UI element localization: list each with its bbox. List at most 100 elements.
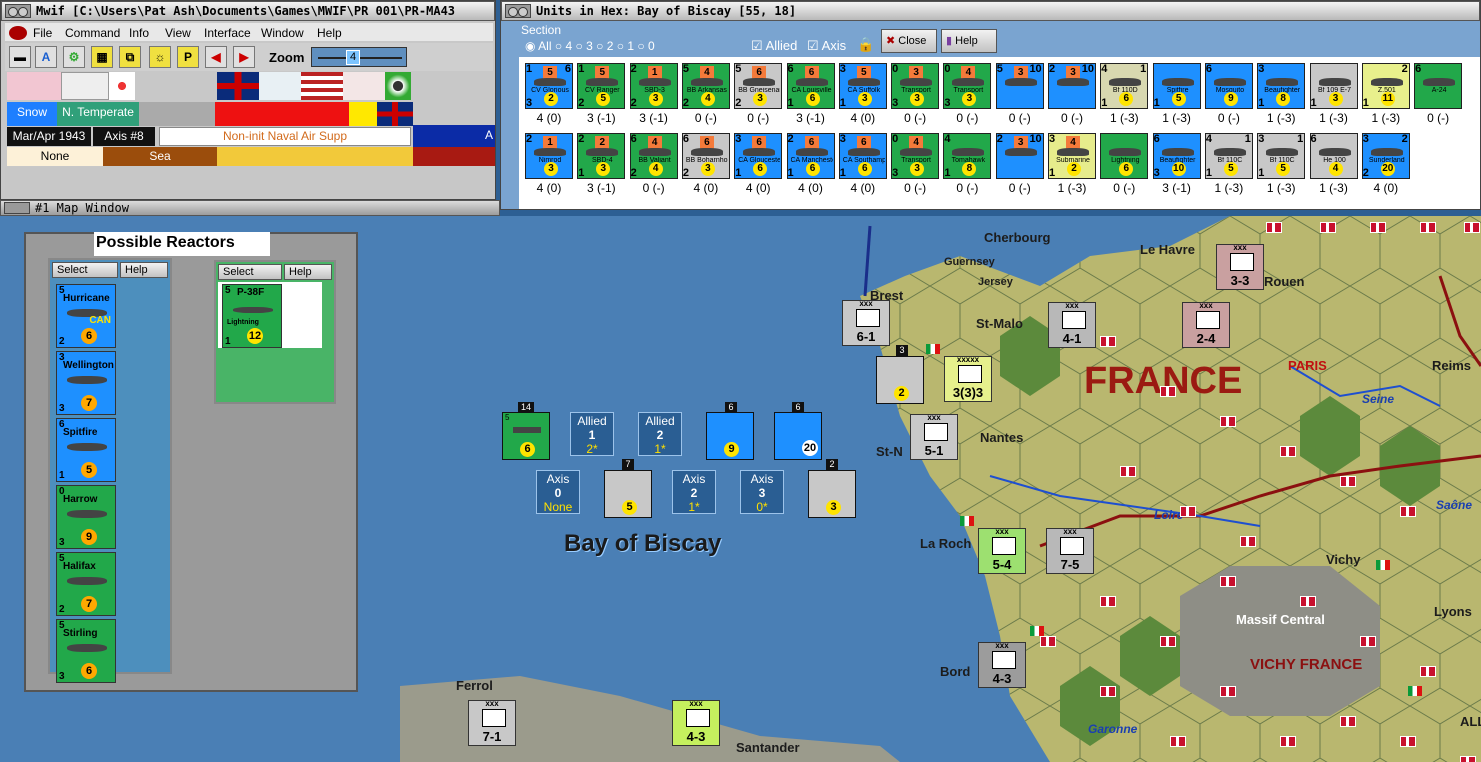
reactor-right-0[interactable]: 5 P-38F Lightning 1 12 [222,284,282,348]
unit-counter[interactable]: 2 2 SBD-4 1 3 [577,133,626,179]
naval-box-allied-2[interactable]: Allied 2 1* [638,412,682,456]
unit-counter[interactable]: 2 Z.501 1 11 [1361,63,1410,109]
zoom-slider[interactable]: 4 [311,47,407,67]
stack-bf110c[interactable]: 5 [604,470,652,518]
unit-counter[interactable]: 6 Mosquito 9 [1204,63,1253,109]
unit-counter[interactable]: 6 4 BB Valiant 2 4 [629,133,678,179]
naval-box-allied-1[interactable]: Allied 1 2* [570,412,614,456]
unit-counter[interactable]: 3 2 Sunderland 2 20 [1361,133,1410,179]
unit-counter[interactable]: 5 3 10 [995,63,1044,109]
naval-box-axis-2[interactable]: Axis 2 1* [672,470,716,514]
unit-counter[interactable]: 5 6 BB Gneisenau 2 3 [734,63,783,109]
reactor-left-0[interactable]: 5 Hurricane CAN 2 6 [56,284,116,348]
menu-info[interactable]: Info [129,26,149,40]
ground-unit-1[interactable]: xxx 4-1 [1048,301,1096,348]
reactors-right-select-button[interactable]: Select [218,264,282,280]
unit-counter[interactable]: 3 5 CA Suffolk 1 3 [838,63,887,109]
menu-help[interactable]: Help [317,26,342,40]
grid-icon[interactable]: ▦ [91,46,113,68]
unit-counter[interactable]: 6 He 100 4 [1309,133,1358,179]
unit-counter[interactable]: 2 1 SBD-3 2 3 [629,63,678,109]
menu-window[interactable]: Window [261,26,304,40]
ground-unit-7[interactable]: xxx 7-5 [1046,527,1094,574]
unit-counter[interactable]: 4 1 Bf 110C 1 5 [1204,133,1253,179]
reactor-left-1[interactable]: 3 Wellington 3 7 [56,351,116,415]
flag-icon[interactable]: P [177,46,199,68]
unit-counter[interactable]: 0 3 Transport 3 3 [891,63,940,109]
map-view[interactable]: Possible Reactors Select Help 5 Hurricane… [0,216,1481,762]
unit-counter[interactable]: 3 1 Bf 110C 1 5 [1257,133,1306,179]
unit-counter[interactable]: 4 1 Bf 110D 1 6 [1100,63,1149,109]
unit-counter[interactable]: 3 Beaufighter 1 8 [1257,63,1306,109]
unit-counter[interactable]: 36CA Southampton16 [838,133,887,179]
ground-unit-4[interactable]: xxxxx 3(3)3 [944,355,992,402]
unit-counter[interactable]: 2 3 10 [995,133,1044,179]
unit-counter[interactable]: 6 6 CA Louisville 1 6 [786,63,835,109]
gear-icon[interactable]: ⚙ [63,46,85,68]
map-title-bar[interactable]: #1 Map Window [0,200,500,216]
arrow-right-icon[interactable]: ▶ [233,46,255,68]
app-menu-icon[interactable] [9,26,27,40]
menu-file[interactable]: File [33,26,52,40]
help-button[interactable]: ▮ Help [941,29,997,53]
section-radio-all[interactable]: ◉ All [525,39,552,53]
ground-unit-2[interactable]: xxx 3-3 [1216,243,1264,290]
unit-counter[interactable]: 2 1 Nimrod 3 [525,133,573,179]
unit-counter[interactable]: 2 3 10 [1048,63,1096,109]
reactor-left-4[interactable]: 5 Halifax 2 7 [56,552,116,616]
stack-lightning[interactable]: 5 6 [502,412,550,460]
ground-unit-8[interactable]: xxx 4-3 [978,641,1026,688]
allied-checkbox[interactable]: ☑ Allied [751,38,797,54]
reactor-left-3[interactable]: 0 Harrow 3 9 [56,485,116,549]
zoom-fit-icon[interactable]: ⧉ [119,46,141,68]
unit-counter[interactable]: 3 4 Submarine 1 2 [1048,133,1096,179]
reactors-left-help-button[interactable]: Help [120,262,168,278]
unit-counter[interactable]: 0 4 Transport 3 3 [943,63,992,109]
unit-counter[interactable]: Spitfire 1 5 [1152,63,1201,109]
section-radio-3[interactable]: ○ 3 [575,39,592,53]
section-radio-4[interactable]: ○ 4 [555,39,572,53]
unit-counter[interactable]: Bf 109 E-7 1 3 [1309,63,1358,109]
ground-unit-6[interactable]: xxx 5-4 [978,527,1026,574]
units-title-bar[interactable]: Units in Hex: Bay of Biscay [55, 18] [501,1,1480,21]
axis-checkbox[interactable]: ☑ Axis [807,38,846,54]
arrow-left-icon[interactable]: ◀ [205,46,227,68]
unit-counter[interactable]: 1 5 6 CV Glorious 3 2 [525,63,573,109]
main-title-bar[interactable]: Mwif [C:\Users\Pat Ash\Documents\Games\M… [1,1,495,21]
unit-counter[interactable]: 0 4 Transport 3 3 [891,133,940,179]
ground-unit-3[interactable]: xxx 2-4 [1182,301,1230,348]
close-button[interactable]: ✖ Close [881,29,937,53]
reactors-left-select-button[interactable]: Select [52,262,118,278]
menu-command[interactable]: Command [65,26,120,40]
stack-submarine[interactable]: 2 [876,356,924,404]
unit-counter[interactable]: 1 5 CV Ranger 2 5 [577,63,626,109]
unit-counter[interactable]: Lightning 6 [1100,133,1149,179]
unit-counter[interactable]: 3 6 CA Gloucester 1 6 [734,133,783,179]
reactors-right-help-button[interactable]: Help [284,264,332,280]
unit-counter[interactable]: 6 A-24 [1414,63,1463,109]
unit-counter[interactable]: 66BB Boharnhorst23 [681,133,730,179]
unit-counter[interactable]: 5 4 BB Arkansas 2 4 [681,63,730,109]
font-icon[interactable]: A [35,46,57,68]
menu-view[interactable]: View [165,26,191,40]
reactor-left-5[interactable]: 5 Stirling 3 6 [56,619,116,683]
unit-counter[interactable]: 6 Beaufighter 3 10 [1152,133,1201,179]
unit-counter[interactable]: 4 Tomahawk 1 8 [943,133,992,179]
naval-box-axis-0[interactable]: Axis 0 None [536,470,580,514]
naval-box-axis-3[interactable]: Axis 3 0* [740,470,784,514]
unit-counter[interactable]: 26CA Manchester16 [786,133,835,179]
sun-icon[interactable]: ☼ [149,46,171,68]
stack-gneisenau[interactable]: 3 [808,470,856,518]
zoom-thumb[interactable]: 4 [346,50,360,65]
ground-unit-10[interactable]: xxx 4-3 [672,699,720,746]
ground-unit-5[interactable]: xxx 5-1 [910,413,958,460]
tank-icon[interactable]: ▬ [9,46,31,68]
section-radio-0[interactable]: ○ 0 [637,39,654,53]
section-radio-1[interactable]: ○ 1 [617,39,634,53]
stack-mosquito[interactable]: 9 [706,412,754,460]
lock-icon[interactable]: 🔒 [857,36,874,53]
section-radio-2[interactable]: ○ 2 [596,39,613,53]
ground-unit-9[interactable]: xxx 7-1 [468,699,516,746]
reactor-left-2[interactable]: 6 Spitfire 1 5 [56,418,116,482]
ground-unit-0[interactable]: xxx 6-1 [842,299,890,346]
